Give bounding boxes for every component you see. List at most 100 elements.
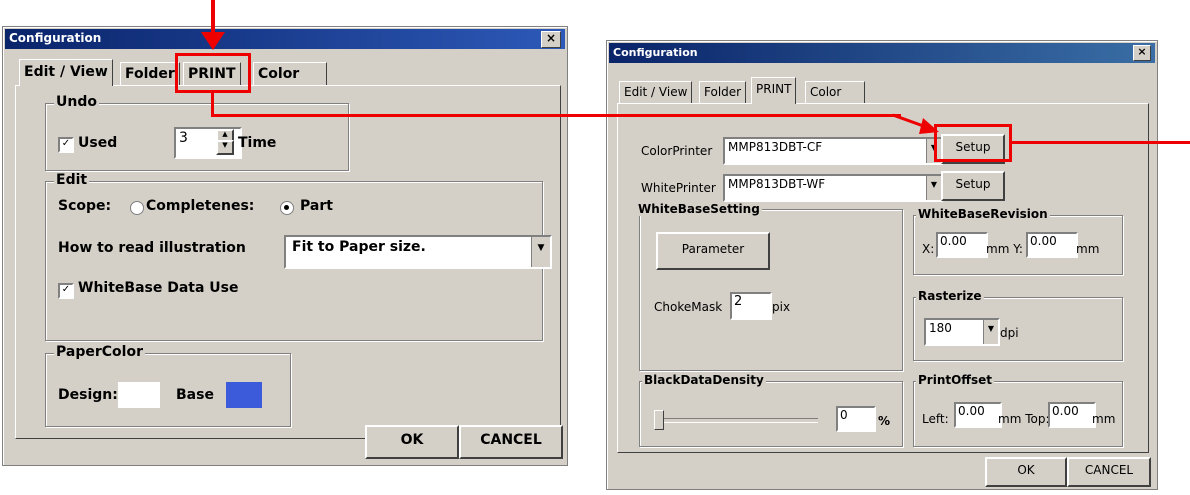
right-ok-button[interactable]: OK <box>985 457 1067 487</box>
dropdown-glyph: ▼ <box>537 243 545 253</box>
parameter-label: Parameter <box>681 242 745 256</box>
left-cancel-button[interactable]: CANCEL <box>459 425 563 459</box>
close-icon: × <box>1137 45 1147 58</box>
left-title-bar: Configuration × <box>5 29 565 49</box>
right-tab-edit-view[interactable]: Edit / View <box>619 81 693 104</box>
left-title: Configuration <box>9 31 102 45</box>
right-tab-print[interactable]: PRINT <box>751 77 797 104</box>
revision-x-value: 0.00 <box>940 234 967 248</box>
dpi-label: dpi <box>1000 326 1019 340</box>
chevron-down-icon[interactable]: ▼ <box>926 176 941 200</box>
chokemask-value: 2 <box>734 294 743 309</box>
left-tab-folder[interactable]: Folder <box>120 62 180 86</box>
parameter-button[interactable]: Parameter <box>656 232 770 270</box>
right-close-button[interactable]: × <box>1133 45 1151 61</box>
print-offset-legend: PrintOffset <box>916 373 995 387</box>
time-label: Time <box>238 135 277 151</box>
base-label: Base <box>176 387 214 403</box>
density-value-field[interactable]: 0 <box>836 406 876 432</box>
chokemask-label: ChokeMask <box>654 300 723 314</box>
used-checkbox[interactable]: ✓ <box>58 137 74 153</box>
edit-group: Edit Scope: Completenes: Part How to rea… <box>45 172 552 341</box>
pix-label: pix <box>772 300 791 314</box>
revision-y-value: 0.00 <box>1030 234 1057 248</box>
rasterize-legend: Rasterize <box>916 289 984 303</box>
annotation-line-right <box>1012 141 1190 144</box>
tab-label: PRINT <box>756 82 792 96</box>
revision-y-field[interactable]: 0.00 <box>1026 232 1078 258</box>
white-printer-setup-button[interactable]: Setup <box>941 171 1005 201</box>
right-tab-color[interactable]: Color <box>805 81 865 104</box>
rasterize-group: Rasterize 180 ▼ dpi <box>913 289 1123 361</box>
mm-y-label: mm Y: <box>986 242 1023 256</box>
chevron-down-icon[interactable]: ▼ <box>983 320 998 344</box>
dropdown-glyph: ▼ <box>987 324 995 333</box>
whitebase-data-checkbox[interactable]: ✓ <box>58 283 74 299</box>
density-slider-track[interactable] <box>658 418 818 423</box>
white-printer-dropdown[interactable]: MMP813DBT-WF ▼ <box>723 174 943 202</box>
white-printer-value: MMP813DBT-WF <box>728 177 826 191</box>
tab-label: Edit / View <box>624 85 688 99</box>
read-illustration-label: How to read illustration <box>58 240 246 256</box>
left-tab-color[interactable]: Color <box>253 62 327 86</box>
x-label: X: <box>922 242 935 256</box>
read-illustration-dropdown[interactable]: Fit to Paper size. ▼ <box>284 235 552 269</box>
rasterize-dpi-value: 180 <box>929 321 952 335</box>
check-icon: ✓ <box>61 138 71 149</box>
revision-x-field[interactable]: 0.00 <box>936 232 988 258</box>
read-illustration-value: Fit to Paper size. <box>292 239 426 255</box>
mm-top-label: mm Top: <box>998 412 1050 426</box>
rasterize-dpi-dropdown[interactable]: 180 ▼ <box>924 318 1000 346</box>
scope-completeness-label: Completenes: <box>146 198 255 214</box>
percent-label: % <box>878 414 891 428</box>
right-config-dialog: Configuration × Edit / View Folder PRINT… <box>606 40 1158 490</box>
left-tab-edit-view[interactable]: Edit / View <box>19 59 113 86</box>
black-density-legend: BlackDataDensity <box>642 373 766 387</box>
right-cancel-button[interactable]: CANCEL <box>1067 457 1151 487</box>
color-printer-value: MMP813DBT-CF <box>728 140 823 154</box>
design-label: Design: <box>58 387 118 403</box>
chokemask-field[interactable]: 2 <box>730 292 772 320</box>
left-ok-button[interactable]: OK <box>365 425 459 459</box>
used-label: Used <box>78 135 118 151</box>
chevron-down-icon[interactable]: ▼ <box>531 237 550 267</box>
close-icon: × <box>545 31 557 45</box>
left-config-dialog: Configuration × Edit / View Folder PRINT… <box>2 26 568 466</box>
right-tab-folder[interactable]: Folder <box>699 81 747 104</box>
undo-legend: Undo <box>54 94 99 110</box>
undo-spin-down[interactable]: ▼ <box>216 140 234 155</box>
density-slider-thumb[interactable] <box>654 410 664 430</box>
tab-label: Folder <box>125 66 175 82</box>
scope-part-radio[interactable] <box>280 201 294 215</box>
tab-label: Edit / View <box>24 64 108 80</box>
setup-label: Setup <box>955 177 991 191</box>
tab-label: Color <box>258 66 300 82</box>
mm-label: mm <box>1076 242 1100 256</box>
paper-color-group: PaperColor Design: Base <box>45 344 291 427</box>
left-close-button[interactable]: × <box>541 31 561 48</box>
whitebase-setting-group: WhiteBaseSetting Parameter ChokeMask 2 p… <box>636 202 903 371</box>
base-color-swatch[interactable] <box>226 382 262 408</box>
annotation-box-setup-button <box>934 124 1012 162</box>
offset-left-field[interactable]: 0.00 <box>954 402 1002 428</box>
white-printer-label: WhitePrinter <box>641 181 716 195</box>
right-title-bar: Configuration × <box>609 43 1155 63</box>
edit-legend: Edit <box>54 172 90 188</box>
offset-top-field[interactable]: 0.00 <box>1048 402 1096 428</box>
tab-label: Color <box>810 85 842 99</box>
ok-label: OK <box>1017 463 1035 477</box>
annotation-connector-horizontal <box>211 114 901 117</box>
left-offset-label: Left: <box>922 412 949 426</box>
black-density-group: BlackDataDensity 0 % <box>639 373 903 447</box>
scope-completeness-radio[interactable] <box>130 201 144 215</box>
undo-times-value: 3 <box>179 130 188 146</box>
offset-mm-label: mm <box>1092 412 1116 426</box>
color-printer-dropdown[interactable]: MMP813DBT-CF ▼ <box>723 137 943 165</box>
whitebase-data-label: WhiteBase Data Use <box>78 280 239 296</box>
print-offset-group: PrintOffset Left: 0.00 mm Top: 0.00 mm <box>913 373 1123 447</box>
right-title: Configuration <box>613 46 698 59</box>
scope-label: Scope: <box>58 198 112 214</box>
design-color-swatch[interactable] <box>118 382 160 408</box>
color-printer-label: ColorPrinter <box>641 144 713 158</box>
whitebase-revision-legend: WhiteBaseRevision <box>916 207 1050 221</box>
